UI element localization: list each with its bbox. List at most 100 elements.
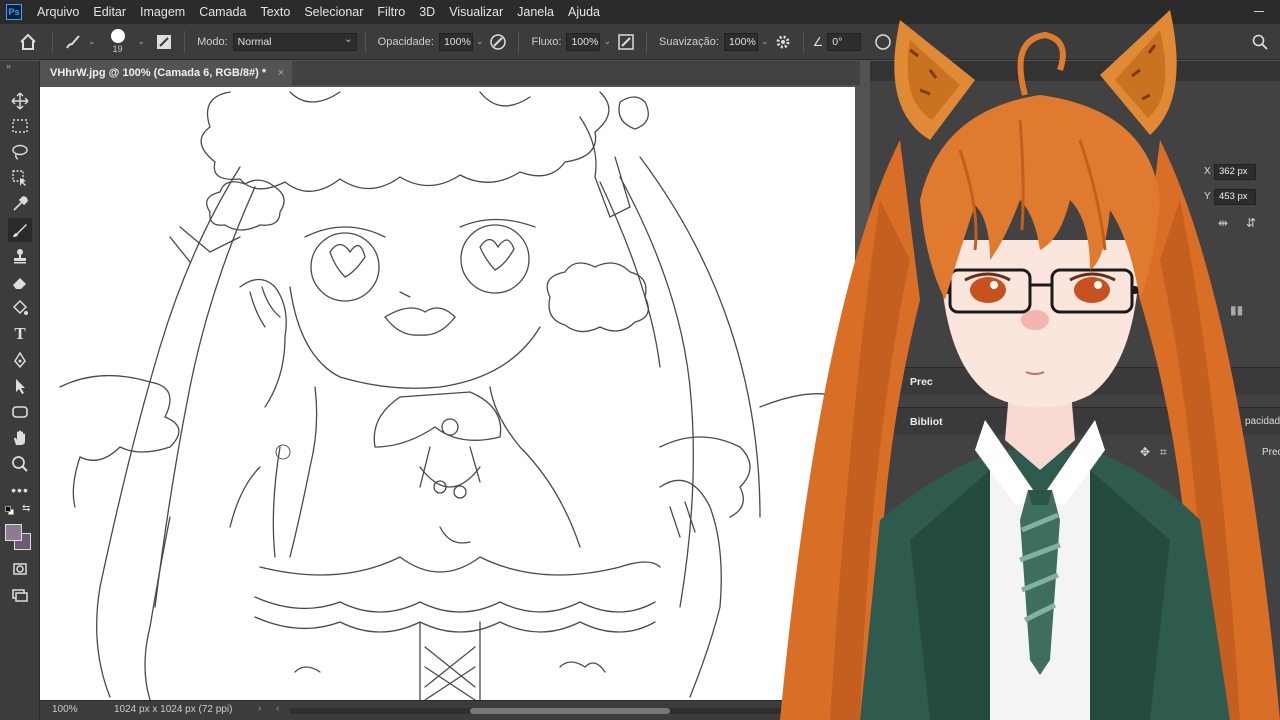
home-icon[interactable] [16,30,40,54]
more-tools-icon[interactable]: ••• [8,478,32,502]
stamp-tool-icon[interactable] [8,244,32,268]
flip-vertical-icon[interactable]: ⇵ [1246,216,1256,230]
crop-icon[interactable]: ⌗ [1160,445,1167,460]
separator [518,30,520,53]
move-tool-icon[interactable] [8,89,32,113]
properties-tab-label: Prec [910,376,933,388]
separator [646,30,647,53]
canvas-area[interactable] [40,85,860,700]
document-tab[interactable]: VHhrW.jpg @ 100% (Camada 6, RGB/8#) * × [40,61,293,85]
y-coordinate-field[interactable]: 453 px [1214,189,1256,205]
pressure-size-icon[interactable] [871,30,895,54]
menu-ajuda[interactable]: Ajuda [561,0,607,24]
y-coordinate-label: Y [1204,191,1211,202]
scroll-left-icon[interactable]: ‹ [276,703,279,714]
hand-tool-icon[interactable] [8,426,32,450]
menu-selecionar[interactable]: Selecionar [297,0,370,24]
status-bar: 100% 1024 px x 1024 px (72 ppi) › ‹ [40,700,860,720]
brush-cursor [275,444,291,460]
collapse-toolbar-icon[interactable]: » [6,61,11,71]
swap-colors-icon[interactable]: ⇆ [22,503,30,514]
menu-camada[interactable]: Camada [192,0,253,24]
airbrush-icon[interactable] [614,30,638,54]
mode-label: Modo: [197,35,228,48]
menu-imagem[interactable]: Imagem [133,0,192,24]
menu-editar[interactable]: Editar [86,0,133,24]
screen-mode-icon[interactable] [8,583,32,607]
marquee-tool-icon[interactable] [8,114,32,138]
menu-bar: Ps Arquivo Editar Imagem Camada Texto Se… [0,0,1280,24]
document-canvas[interactable] [40,87,855,700]
opacity-caret[interactable]: ⌄ [476,36,484,47]
quick-mask-icon[interactable] [8,557,32,581]
menu-3d[interactable]: 3D [412,0,442,24]
default-color-swatch-front [5,506,11,512]
brush-size-preview[interactable]: 19 [103,27,135,57]
menu-arquivo[interactable]: Arquivo [30,0,86,24]
gear-icon[interactable] [771,30,795,54]
brush-settings-icon[interactable] [152,30,176,54]
smoothing-label: Suavização: [659,35,719,48]
angle-icon: ∠ [812,34,824,49]
brush-size-value: 19 [112,43,123,54]
tools-panel: » T ••• ⇆ [0,61,40,720]
close-tab-icon[interactable]: × [278,61,284,85]
minimize-button[interactable] [1252,4,1266,18]
preset-label: Prec [1262,447,1280,458]
object-select-tool-icon[interactable] [8,166,32,190]
panels-header [870,61,1280,81]
brush-size-caret[interactable]: ⌄ [138,36,146,47]
libraries-panel-tab[interactable]: Bibliot pacidad [870,407,1280,435]
angle-input[interactable]: 0° [827,32,862,51]
mode-select[interactable]: Normal [232,31,357,51]
menu-janela[interactable]: Janela [510,0,561,24]
brush-preset-caret[interactable]: ⌄ [88,36,96,47]
search-icon[interactable] [1248,30,1272,54]
align-icon[interactable]: ▮▮ [1230,303,1243,317]
separator [184,30,186,53]
document-tab-title: VHhrW.jpg @ 100% (Camada 6, RGB/8#) * [50,67,267,79]
eyedropper-tool-icon[interactable] [8,192,32,216]
flow-label: Fluxo: [531,35,562,48]
menu-texto[interactable]: Texto [253,0,297,24]
smoothing-input[interactable]: 100% [723,32,758,51]
pressure-opacity-icon[interactable] [486,30,510,54]
separator [364,30,366,53]
properties-panel-tab[interactable]: Prec [870,367,1280,395]
layer-opacity-label: pacidad [1245,416,1280,427]
move-icon[interactable]: ✥ [1140,445,1150,459]
flip-horizontal-icon[interactable]: ⇹ [1218,216,1228,230]
flow-input[interactable]: 100% [566,32,601,51]
photoshop-window: Ps Arquivo Editar Imagem Camada Texto Se… [0,0,1280,720]
libraries-tab-label: Bibliot [910,416,943,428]
default-colors-icon[interactable] [5,506,15,516]
x-coordinate-field[interactable]: 362 px [1214,164,1256,180]
paint-bucket-tool-icon[interactable] [8,296,32,320]
brush-icon[interactable] [61,30,85,54]
document-tab-bar: VHhrW.jpg @ 100% (Camada 6, RGB/8#) * × [40,61,860,85]
type-tool-icon[interactable]: T [8,322,32,346]
line-art-drawing [59,91,841,700]
pen-tool-icon[interactable] [8,348,32,372]
opacity-input[interactable]: 100% [438,32,473,51]
options-bar: ⌄ 19 ⌄ Modo: Normal Opacidade: 100% ⌄ Fl… [0,24,1280,60]
horizontal-scrollbar-thumb[interactable] [470,708,670,714]
menu-filtro[interactable]: Filtro [370,0,412,24]
right-panels: X 362 px Y 453 px ⇹ ⇵ ▮▮ Prec Bibliot pa… [870,61,1280,720]
lasso-tool-icon[interactable] [8,140,32,164]
rectangle-tool-icon[interactable] [8,400,32,424]
brush-tool-icon[interactable] [8,218,32,242]
zoom-level[interactable]: 100% [52,704,78,715]
separator [52,30,53,53]
menu-visualizar[interactable]: Visualizar [442,0,510,24]
photoshop-logo: Ps [6,4,22,20]
document-info[interactable]: 1024 px x 1024 px (72 ppi) [114,704,232,715]
eraser-tool-icon[interactable] [8,270,32,294]
zoom-tool-icon[interactable] [8,452,32,476]
x-coordinate-label: X [1204,166,1211,177]
status-menu-arrow-icon[interactable]: › [258,703,261,714]
foreground-color-swatch[interactable] [5,524,22,541]
smoothing-caret[interactable]: ⌄ [761,36,769,47]
path-selection-tool-icon[interactable] [8,374,32,398]
flow-caret[interactable]: ⌄ [603,36,611,47]
